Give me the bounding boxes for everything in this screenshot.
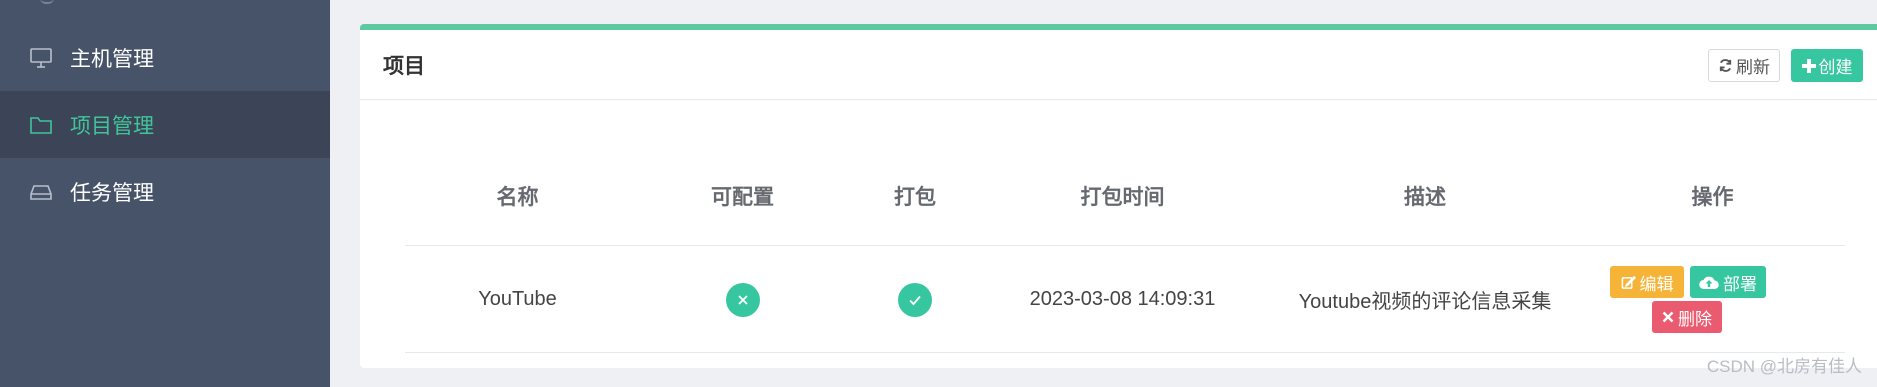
project-name: YouTube bbox=[478, 288, 557, 310]
check-icon bbox=[898, 282, 932, 317]
deploy-label: 部署 bbox=[1723, 274, 1757, 294]
folder-icon bbox=[28, 114, 54, 136]
card-header: 项目 刷新 创建 bbox=[360, 30, 1877, 100]
edit-label: 编辑 bbox=[1639, 274, 1674, 294]
column-header-description[interactable]: 描述 bbox=[1270, 146, 1580, 246]
column-header-name[interactable]: 名称 bbox=[405, 146, 630, 246]
actions-cell: 编辑 部署 删除 bbox=[1580, 246, 1845, 353]
project-description: Youtube视频的评论信息采集 bbox=[1298, 291, 1552, 313]
sidebar-item-label: 任务管理 bbox=[70, 181, 154, 205]
sidebar-item-label: 主机管理 bbox=[70, 47, 154, 71]
refresh-icon bbox=[1718, 58, 1733, 73]
sidebar-item-host-management[interactable]: 主机管理 bbox=[0, 24, 330, 91]
x-icon bbox=[725, 282, 760, 317]
page-title: 项目 bbox=[383, 54, 425, 78]
column-header-packaged[interactable]: 打包 bbox=[855, 146, 975, 246]
close-icon bbox=[1662, 311, 1674, 323]
delete-label: 删除 bbox=[1678, 309, 1712, 329]
drive-icon bbox=[28, 181, 54, 203]
project-card: 项目 刷新 创建 名称 可配置 打包 打包时间 描述 操作 YouTube 20… bbox=[360, 24, 1877, 368]
monitor-icon bbox=[28, 47, 54, 69]
delete-button[interactable]: 删除 bbox=[1652, 301, 1722, 333]
column-header-pack-time[interactable]: 打包时间 bbox=[975, 146, 1270, 246]
sidebar-item-label: 项目管理 bbox=[70, 114, 154, 138]
table-header: 名称 可配置 打包 打包时间 描述 操作 bbox=[405, 146, 1845, 246]
refresh-label: 刷新 bbox=[1736, 58, 1770, 77]
pack-time: 2023-03-08 14:09:31 bbox=[1029, 288, 1216, 310]
sidebar-item-project-management[interactable]: 项目管理 bbox=[0, 91, 330, 158]
sidebar-item-task-management[interactable]: 任务管理 bbox=[0, 158, 330, 225]
deploy-button[interactable]: 部署 bbox=[1690, 266, 1766, 298]
sidebar: 主机管理 项目管理 任务管理 bbox=[0, 0, 330, 387]
column-header-actions: 操作 bbox=[1691, 186, 1734, 209]
projects-table: 名称 可配置 打包 打包时间 描述 操作 YouTube 2023-03-08 … bbox=[405, 146, 1845, 353]
table-row: YouTube 2023-03-08 14:09:31 Youtube视频的评论… bbox=[405, 246, 1845, 353]
create-label: 创建 bbox=[1818, 58, 1853, 77]
column-header-configurable[interactable]: 可配置 bbox=[630, 146, 855, 246]
plus-icon bbox=[1801, 58, 1816, 73]
edit-icon bbox=[1621, 275, 1636, 290]
packaged-cell bbox=[855, 246, 975, 353]
edit-button[interactable]: 编辑 bbox=[1610, 266, 1684, 298]
cloud-upload-icon bbox=[1699, 275, 1719, 290]
refresh-button[interactable]: 刷新 bbox=[1708, 49, 1780, 82]
configurable-cell bbox=[630, 246, 855, 353]
watermark: CSDN @北房有佳人 bbox=[1706, 357, 1862, 376]
collapsed-icon-stub bbox=[40, 0, 54, 4]
create-button[interactable]: 创建 bbox=[1791, 49, 1863, 82]
